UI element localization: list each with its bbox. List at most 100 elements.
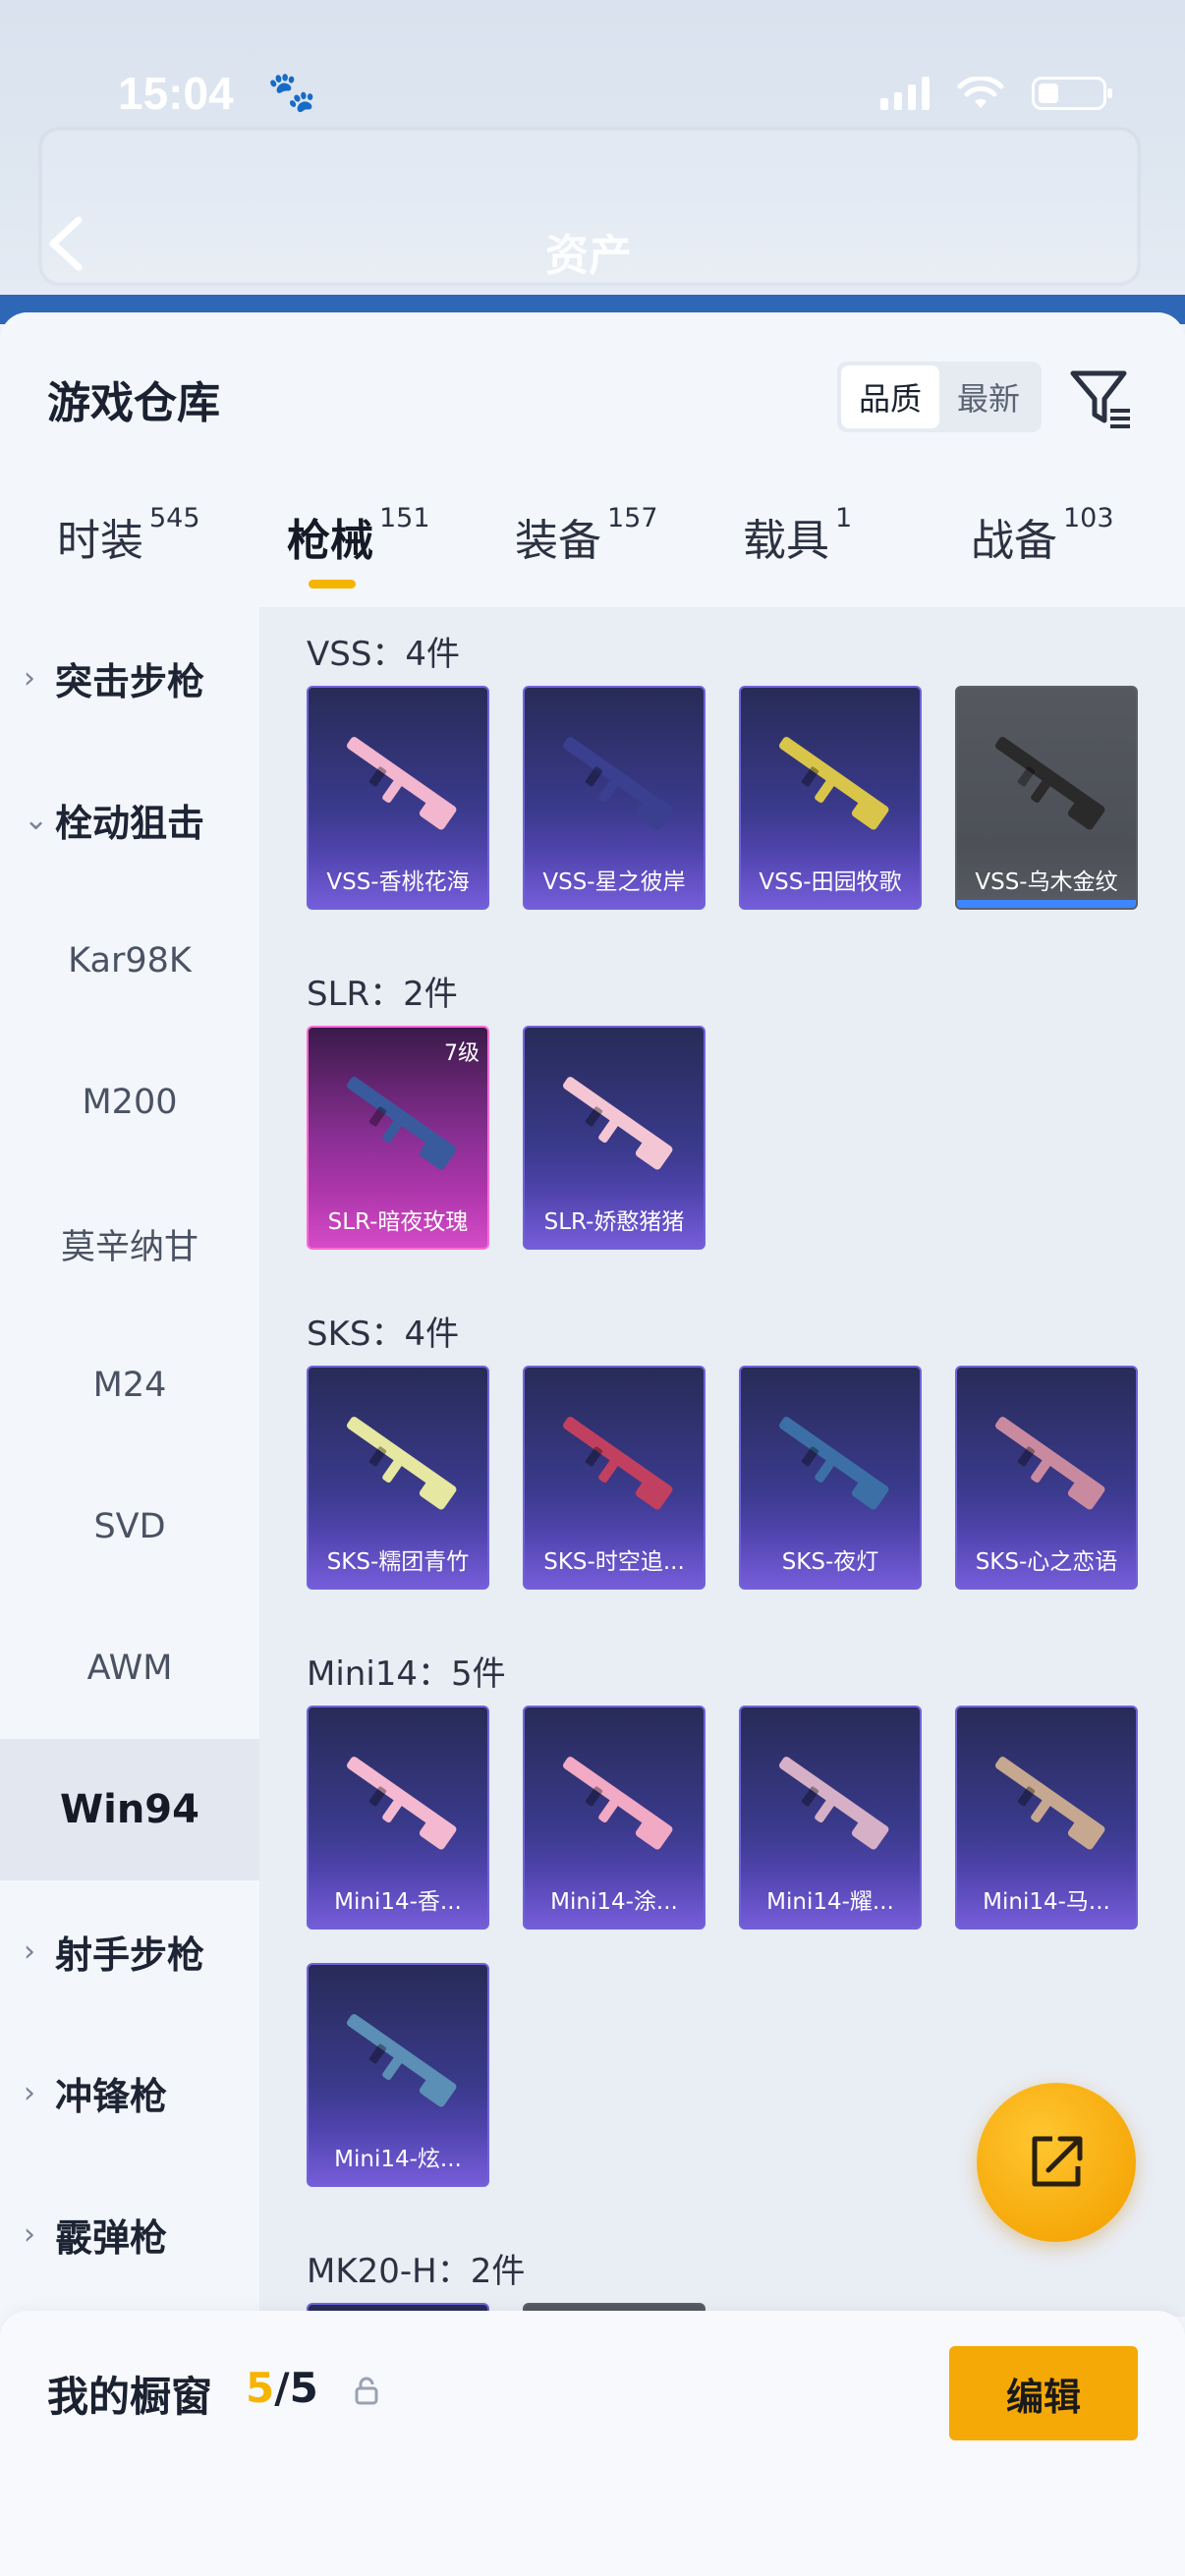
gun-image (563, 1417, 673, 1510)
section-title: Mini14：5件 (307, 1654, 506, 1694)
category-label: 栓动狙击 (55, 801, 205, 845)
gun-image (347, 2014, 457, 2107)
weapon-card[interactable]: VSS-乌木金纹 (955, 686, 1138, 910)
chevron-right-icon: › (24, 2075, 35, 2110)
nav-title: 资产 (545, 231, 632, 281)
weapon-card[interactable]: Mini14-涂... (523, 1706, 705, 1930)
category-group[interactable]: ⌄ 栓动狙击 (0, 749, 259, 890)
weapon-card[interactable]: 7级 SLR-暗夜玫瑰 (307, 1026, 489, 1250)
category-tabs: 时装 545 枪械 151 装备 157 载具 1 战备 103 (0, 503, 1185, 603)
chevron-down-icon: ⌄ (24, 802, 49, 837)
sheet-header: 游戏仓库 品质 最新 时装 545 枪械 151 装备 157 载具 1 战备 … (0, 312, 1185, 607)
weapon-name: Mini14-炫... (334, 2147, 462, 2172)
weapon-card[interactable]: VSS-星之彼岸 (523, 686, 705, 910)
category-sub-item[interactable]: M200 (0, 1032, 259, 1173)
weapon-name: Mini14-耀... (766, 1889, 894, 1915)
weapon-card[interactable]: Mini14-耀... (739, 1706, 922, 1930)
battery-icon (1032, 77, 1112, 110)
weapon-name: Mini14-涂... (550, 1889, 678, 1915)
tab-label: 枪械 (287, 516, 373, 566)
category-sub-item[interactable]: Win94 (0, 1739, 259, 1880)
weapon-name: SLR-娇憨猪猪 (543, 1209, 685, 1235)
wifi-icon (957, 75, 1004, 110)
weapon-card[interactable]: Mini14-香... (307, 1706, 489, 1930)
tab-label: 装备 (515, 516, 601, 566)
category-group[interactable]: › 霰弹枪 (0, 2163, 259, 2305)
category-label: 射手步枪 (55, 1932, 205, 1977)
weapon-name: VSS-乌木金纹 (975, 869, 1118, 895)
tab-count: 103 (1063, 503, 1114, 533)
category-label: 突击步枪 (55, 659, 205, 703)
tab-equipment[interactable]: 装备 157 (515, 503, 658, 568)
sort-toggle: 品质 最新 (837, 362, 1042, 432)
tab-guns[interactable]: 枪械 151 (287, 503, 430, 568)
showcase-count: 5/5 (246, 2364, 318, 2412)
weapon-card[interactable]: Mini14-炫... (307, 1963, 489, 2187)
edit-button[interactable]: 编辑 (949, 2346, 1138, 2440)
weapon-name: Mini14-马... (983, 1889, 1110, 1915)
category-label: 霰弹枪 (55, 2215, 168, 2260)
weapon-name: VSS-星之彼岸 (542, 869, 686, 895)
category-label: Win94 (60, 1787, 199, 1832)
filter-icon[interactable] (1067, 364, 1136, 432)
selected-bar (957, 900, 1136, 908)
section-title: SLR：2件 (307, 975, 458, 1014)
gun-image (347, 1417, 457, 1510)
chevron-right-icon: › (24, 660, 35, 696)
weapon-card[interactable]: SKS-心之恋语 (955, 1366, 1138, 1590)
tab-supplies[interactable]: 战备 103 (971, 503, 1114, 568)
weapon-card[interactable]: VSS-香桃花海 (307, 686, 489, 910)
weapon-name: SKS-夜灯 (781, 1549, 879, 1575)
sort-quality-button[interactable]: 品质 (841, 365, 939, 428)
category-label: 冲锋枪 (55, 2074, 168, 2118)
status-icons (880, 75, 1112, 110)
weapon-card[interactable]: Mini14-马... (955, 1706, 1138, 1930)
gun-image (563, 1077, 673, 1170)
tab-fashion[interactable]: 时装 545 (57, 503, 200, 568)
signal-icon (880, 77, 930, 110)
gun-image (779, 1757, 889, 1850)
category-label: Kar98K (68, 941, 192, 980)
category-group[interactable]: › 冲锋枪 (0, 2022, 259, 2163)
section-title: SKS：4件 (307, 1315, 460, 1354)
showcase-total: /5 (274, 2364, 318, 2412)
weapon-card[interactable]: SKS-糯团青竹 (307, 1366, 489, 1590)
sort-newest-button[interactable]: 最新 (939, 365, 1038, 428)
category-sub-item[interactable]: 莫辛纳甘 (0, 1173, 259, 1315)
tab-vehicles[interactable]: 载具 1 (743, 503, 853, 568)
category-label: SVD (93, 1507, 166, 1546)
showcase-current: 5 (246, 2364, 275, 2412)
category-group[interactable]: › 突击步枪 (0, 607, 259, 749)
status-time: 15:04 (118, 68, 234, 119)
tab-label: 载具 (743, 516, 829, 566)
weapon-name: SKS-时空追... (543, 1549, 685, 1575)
weapon-name: VSS-田园牧歌 (759, 869, 902, 895)
weapon-card[interactable]: SKS-时空追... (523, 1366, 705, 1590)
active-tab-indicator (309, 580, 356, 588)
category-label: AWM (86, 1649, 173, 1688)
weapon-card[interactable]: SLR-娇憨猪猪 (523, 1026, 705, 1250)
category-sub-item[interactable]: M24 (0, 1315, 259, 1456)
category-sub-item[interactable]: Kar98K (0, 890, 259, 1032)
warehouse-sheet: 游戏仓库 品质 最新 时装 545 枪械 151 装备 157 载具 1 战备 … (0, 312, 1185, 2576)
weapon-name: SKS-糯团青竹 (326, 1549, 470, 1575)
category-sub-item[interactable]: AWM (0, 1597, 259, 1739)
category-group[interactable]: › 射手步枪 (0, 1880, 259, 2022)
showcase-bar: 我的橱窗 5/5 编辑 (0, 2311, 1185, 2576)
tab-label: 时装 (57, 516, 143, 566)
section-title: MK20-H：2件 (307, 2252, 526, 2291)
weapon-name: SLR-暗夜玫瑰 (327, 1209, 469, 1235)
chevron-right-icon: › (24, 2216, 35, 2252)
level-badge: 7级 (444, 1041, 480, 1066)
weapon-card[interactable]: VSS-田园牧歌 (739, 686, 922, 910)
share-button[interactable] (977, 2083, 1136, 2242)
tab-count: 1 (835, 503, 853, 533)
weapon-card[interactable]: SKS-夜灯 (739, 1366, 922, 1590)
weapon-grid: VSS：4件 VSS-香桃花海 VSS-星之彼岸 VSS-田园牧歌 VSS-乌木金纹 SL… (259, 607, 1185, 2317)
back-chevron-icon[interactable] (41, 214, 90, 273)
section-title: VSS：4件 (307, 635, 461, 674)
category-sub-item[interactable]: SVD (0, 1456, 259, 1597)
gun-image (995, 1417, 1105, 1510)
gun-image (995, 737, 1105, 830)
weapon-name: Mini14-香... (334, 1889, 462, 1915)
